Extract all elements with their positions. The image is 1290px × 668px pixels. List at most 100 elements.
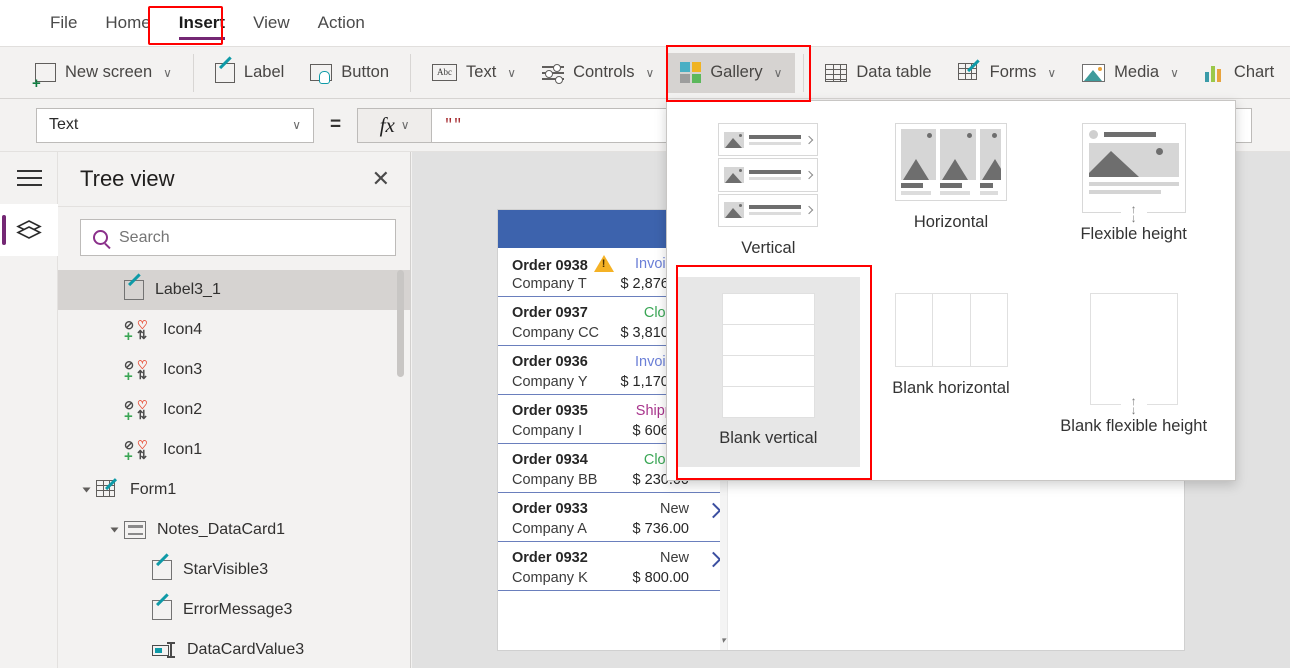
chart-icon-bar — [1217, 69, 1221, 82]
chevron-right-icon — [805, 206, 813, 214]
chevron-down-icon: ∨ — [401, 118, 410, 132]
menu-item-file[interactable]: File — [36, 7, 91, 39]
tree-item-icon1[interactable]: ⊘♡+⇅Icon1 — [58, 430, 410, 470]
thumb-col — [940, 129, 975, 195]
chart-icon-bar — [1211, 66, 1215, 82]
tree-item-icon2[interactable]: ⊘♡+⇅Icon2 — [58, 390, 410, 430]
menu-item-insert[interactable]: Insert — [165, 7, 239, 39]
ribbon-button-label: Forms — [990, 63, 1037, 82]
gallery-row[interactable]: Order 0932NewCompany K$ 800.00 — [498, 542, 727, 591]
tree-item-starvisible3[interactable]: StarVisible3 — [58, 550, 410, 590]
plus-icon: + — [124, 409, 133, 424]
gallery-row-bottom: Company K$ 800.00 — [512, 568, 717, 588]
insert-ribbon: New screen∨ Label Button AbcText∨Controls∨G… — [0, 46, 1290, 99]
search-placeholder: Search — [119, 229, 170, 247]
gallery-grid-icon — [680, 62, 701, 83]
gallery-option-label: Horizontal — [914, 212, 988, 233]
gallery-flyout-panel: Vertical Horizontal ↑↓ Flexible height Blank… — [666, 100, 1236, 481]
ribbon-button-button[interactable]: Button — [297, 53, 402, 93]
refresh-icon: ⇅ — [137, 369, 147, 381]
ribbon-button-label: New screen — [65, 63, 152, 82]
thumb-row — [718, 123, 818, 156]
ribbon-separator — [803, 54, 804, 92]
ribbon-button-label: Data table — [856, 63, 931, 82]
tree-view-header: Tree view ✕ — [58, 152, 410, 207]
plus-icon: + — [124, 329, 133, 344]
hamburger-menu-button[interactable] — [0, 152, 58, 204]
gallery-option-label: Flexible height — [1080, 224, 1186, 245]
flexible-height-gallery-thumbnail: ↑↓ — [1082, 123, 1186, 213]
tree-view-rail-button[interactable] — [0, 204, 58, 256]
close-icon[interactable]: ✕ — [372, 168, 390, 190]
text-lines — [749, 170, 801, 180]
ribbon-button-chart[interactable]: Chart — [1192, 53, 1287, 93]
gallery-option-blank-horizontal[interactable]: Blank horizontal — [860, 277, 1043, 467]
fx-icon: fx — [380, 113, 395, 138]
fx-button[interactable]: fx ∨ — [357, 108, 431, 143]
menu-item-label: Home — [105, 13, 150, 32]
order-amount: $ 736.00 — [633, 521, 717, 537]
label-pen-icon — [152, 600, 172, 620]
menu-item-home[interactable]: Home — [91, 7, 164, 39]
menu-item-view[interactable]: View — [239, 7, 304, 39]
tree-item-icon3[interactable]: ⊘♡+⇅Icon3 — [58, 350, 410, 390]
property-selector-value: Text — [49, 116, 78, 134]
gallery-icon-quadrant — [692, 62, 702, 72]
tree-item-errormessage3[interactable]: ErrorMessage3 — [58, 590, 410, 630]
ribbon-button-forms[interactable]: Forms∨ — [945, 53, 1070, 93]
label-pen-icon — [215, 63, 235, 83]
ribbon-button-data-table[interactable]: Data table — [812, 53, 944, 93]
ribbon-button-controls[interactable]: Controls∨ — [529, 53, 667, 93]
gallery-option-horizontal[interactable]: Horizontal — [860, 107, 1043, 277]
order-cell: Order 0936 — [512, 353, 588, 371]
company-name: Company T — [512, 276, 587, 292]
search-input[interactable]: Search — [80, 219, 396, 256]
ribbon-button-new-screen[interactable]: New screen∨ — [22, 53, 185, 93]
gallery-option-flexible[interactable]: ↑↓ Flexible height — [1042, 107, 1225, 277]
left-rail — [0, 152, 58, 668]
tree-scrollbar-thumb[interactable] — [397, 270, 404, 377]
image-placeholder-icon — [724, 167, 744, 183]
company-name: Company A — [512, 521, 587, 537]
tree-search-wrap: Search — [58, 207, 410, 270]
tree-item-form1[interactable]: Form1 — [58, 470, 410, 510]
gallery-option-blank-vertical[interactable]: Blank vertical — [677, 277, 860, 467]
property-selector[interactable]: Text ∨ — [36, 108, 314, 143]
ribbon-button-label: Label — [244, 63, 284, 82]
image-placeholder-icon — [724, 202, 744, 218]
tree-item-notes_datacard1[interactable]: Notes_DataCard1 — [58, 510, 410, 550]
tree-view-title: Tree view — [80, 166, 175, 192]
order-number: Order 0933 — [512, 501, 588, 517]
tree-item-label: DataCardValue3 — [187, 641, 304, 659]
label-pen-icon — [152, 560, 172, 580]
gallery-option-blank-flexible[interactable]: ↑↓Blank flexible height — [1042, 277, 1225, 467]
gallery-option-vertical[interactable]: Vertical — [677, 107, 860, 277]
ribbon-button-text[interactable]: AbcText∨ — [419, 53, 529, 93]
order-number: Order 0936 — [512, 354, 588, 370]
tree-expander-icon[interactable] — [83, 488, 91, 493]
gallery-row-top: Order 0933New — [512, 498, 717, 519]
image-placeholder-icon — [901, 129, 936, 180]
tree-item-datacardvalue3[interactable]: DataCardValue3 — [58, 630, 410, 668]
tree-item-icon4[interactable]: ⊘♡+⇅Icon4 — [58, 310, 410, 350]
data-card-icon — [124, 521, 146, 539]
menu-item-action[interactable]: Action — [304, 7, 379, 39]
company-name: Company K — [512, 570, 588, 586]
tree-expander-icon[interactable] — [111, 528, 119, 533]
plus-icon: + — [124, 449, 133, 464]
text-input-icon — [152, 642, 176, 658]
company-name: Company BB — [512, 472, 597, 488]
gallery-option-label: Blank flexible height — [1060, 416, 1207, 437]
gallery-row[interactable]: Order 0933New Company A $ 736.00 — [498, 493, 727, 542]
image-placeholder-icon — [1089, 143, 1179, 177]
chart-bars-icon — [1205, 64, 1225, 82]
ribbon-button-media[interactable]: Media∨ — [1069, 53, 1192, 93]
icons-group-icon: ⊘♡+⇅ — [124, 399, 152, 421]
chevron-right-icon — [805, 135, 813, 143]
image-placeholder-icon — [980, 129, 1001, 180]
ribbon-button-gallery[interactable]: Gallery∨ — [667, 53, 795, 93]
refresh-icon: ⇅ — [137, 409, 147, 421]
tree-item-label: StarVisible3 — [183, 561, 268, 579]
ribbon-button-label[interactable]: Label — [202, 53, 297, 93]
tree-item-label3_1[interactable]: Label3_1 — [58, 270, 410, 310]
